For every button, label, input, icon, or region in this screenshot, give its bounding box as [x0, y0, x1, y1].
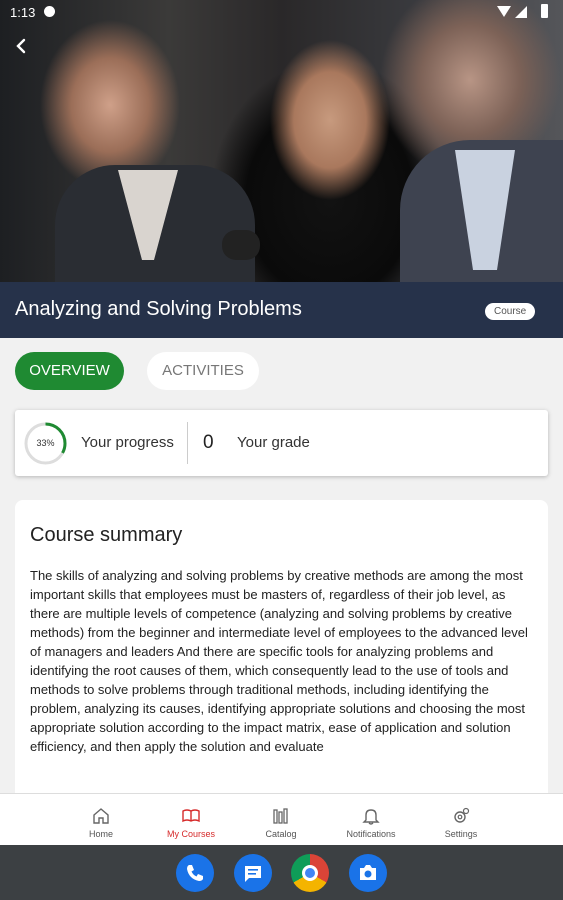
grade-label: Your grade [237, 434, 310, 451]
back-arrow-icon[interactable] [10, 34, 34, 58]
progress-percent: 33% [36, 438, 55, 448]
nav-my-courses-label: My Courses [166, 829, 215, 839]
chrome-app-icon[interactable] [291, 854, 329, 892]
card-divider [187, 422, 188, 464]
message-notification-icon [44, 6, 55, 17]
nav-notifications-label: Notifications [346, 829, 396, 839]
course-title: Analyzing and Solving Problems [15, 298, 302, 320]
gear-icon [454, 807, 470, 823]
course-hero-image: 1:13 [0, 0, 563, 282]
summary-body: The skills of analyzing and solving prob… [30, 568, 528, 754]
course-tabs: OVERVIEW ACTIVITIES [0, 338, 563, 400]
camera-app-icon[interactable] [349, 854, 387, 892]
nav-home[interactable]: Home [61, 794, 141, 846]
course-type-badge: Course [485, 303, 536, 320]
course-title-bar: Analyzing and Solving Problems Course [0, 282, 563, 338]
system-dock [0, 845, 563, 900]
tab-activities[interactable]: ACTIVITIES [147, 352, 259, 390]
tab-overview[interactable]: OVERVIEW [15, 352, 124, 390]
bottom-navigation: Home My Courses Catalog Notifications Se… [0, 793, 563, 845]
nav-home-label: Home [88, 829, 113, 839]
nav-notifications[interactable]: Notifications [331, 794, 411, 846]
signal-icon [515, 6, 527, 18]
nav-settings[interactable]: Settings [421, 794, 501, 846]
nav-catalog-label: Catalog [265, 829, 297, 839]
battery-icon [541, 4, 548, 18]
nav-catalog[interactable]: Catalog [241, 794, 321, 846]
wifi-icon [497, 6, 511, 17]
status-time: 1:13 [10, 5, 36, 20]
progress-label: Your progress [81, 434, 174, 451]
phone-app-icon[interactable] [176, 854, 214, 892]
nav-settings-label: Settings [444, 829, 478, 839]
book-icon [182, 809, 200, 823]
nav-my-courses[interactable]: My Courses [151, 794, 231, 846]
course-summary-card: Course summary The skills of analyzing a… [15, 500, 548, 800]
summary-title: Course summary [30, 524, 183, 546]
status-bar: 1:13 [0, 0, 563, 24]
bell-icon [362, 809, 380, 825]
grade-value: 0 [203, 432, 214, 453]
progress-card: 33% Your progress 0 Your grade [15, 410, 548, 476]
hero-microphone [222, 230, 260, 260]
library-icon [273, 808, 288, 824]
messages-app-icon[interactable] [234, 854, 272, 892]
home-icon [93, 808, 109, 824]
